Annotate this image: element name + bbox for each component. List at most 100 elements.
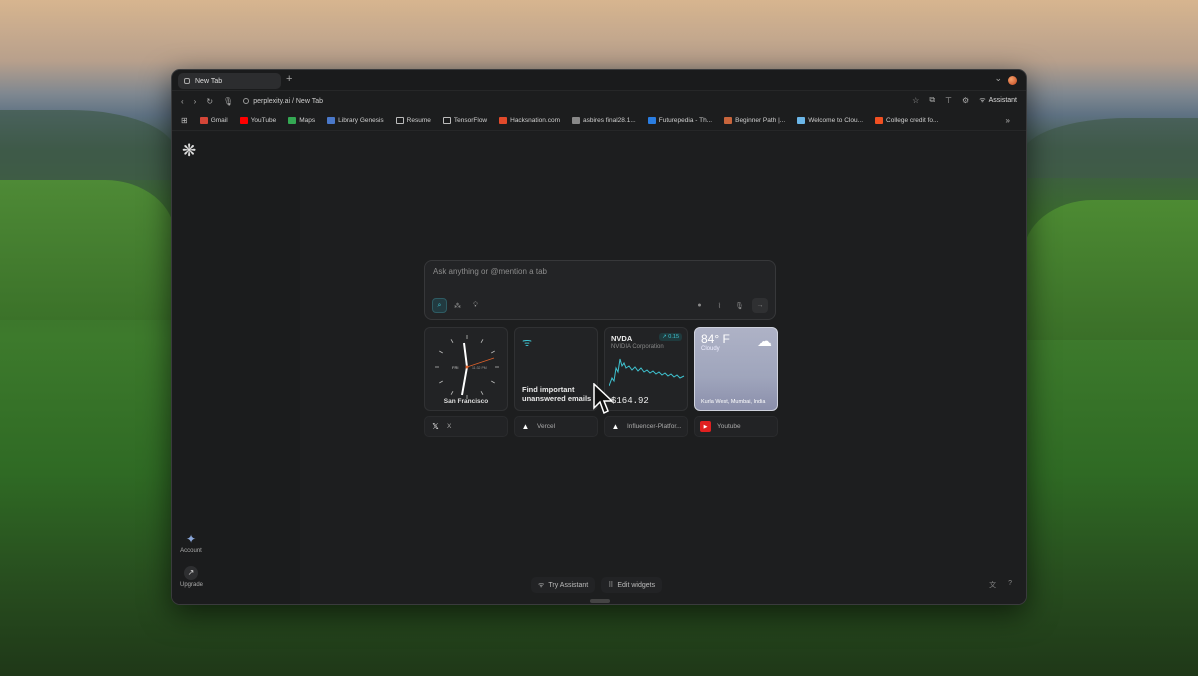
youtube-icon: ▶ xyxy=(700,421,711,432)
settings-icon[interactable]: ⚙︎ xyxy=(962,96,969,105)
microphone-icon[interactable]: 🎙︎ xyxy=(223,97,233,106)
bookmark-favicon-icon xyxy=(239,117,248,124)
search-mode-icon[interactable]: ⌕ xyxy=(432,298,447,313)
bookmark-label: Gmail xyxy=(210,117,228,124)
tab-list-chevron-icon[interactable]: ⌄ xyxy=(994,73,1002,84)
account-label: Account xyxy=(180,548,202,554)
background-hill xyxy=(0,110,175,180)
clock-tick xyxy=(450,339,454,343)
vercel-icon: ▲ xyxy=(521,422,530,431)
vercel-icon: ▲ xyxy=(611,422,620,431)
reload-icon[interactable]: ↻ xyxy=(206,97,213,106)
bookmark-item[interactable]: Library Genesis xyxy=(327,117,384,124)
folder-icon xyxy=(395,117,404,124)
help-icon[interactable]: ? xyxy=(1008,580,1012,590)
shortcut-influencer-platform[interactable]: ▲ Influencer-Platfor... xyxy=(604,416,688,437)
bookmark-label: Beginner Path |... xyxy=(735,117,786,124)
send-button[interactable]: → xyxy=(752,298,768,313)
bookmark-item[interactable]: Gmail xyxy=(199,117,228,124)
forward-icon[interactable]: › xyxy=(194,97,197,106)
stock-widget[interactable]: NVDA NVIDIA Corporation ↗ 0.15 $164.92 xyxy=(604,327,688,411)
research-mode-icon[interactable]: ⁂ xyxy=(450,298,465,313)
url-field[interactable]: perplexity.ai / New Tab xyxy=(253,98,323,105)
assistant-label: Assistant xyxy=(988,96,1017,104)
tab-bar: New Tab + ⌄ xyxy=(172,70,1026,91)
background-hill xyxy=(0,180,175,320)
clock-hour-hand xyxy=(463,342,468,368)
profile-avatar[interactable] xyxy=(1008,76,1017,85)
bookmark-item[interactable]: TensorFlow xyxy=(442,117,487,124)
upgrade-button[interactable]: ↗ Upgrade xyxy=(180,566,204,588)
extension-icon[interactable]: ⧉ xyxy=(929,95,935,105)
clock-face: FRI 11:32 PM xyxy=(435,335,499,399)
translate-icon[interactable]: 文 xyxy=(989,580,996,590)
microphone-icon[interactable]: 🎙︎ xyxy=(732,298,747,313)
stock-sparkline xyxy=(609,358,685,387)
account-button[interactable]: ✦ Account xyxy=(180,532,202,554)
bookmark-favicon-icon xyxy=(327,117,336,124)
bookmark-item[interactable]: YouTube xyxy=(239,117,276,124)
x-logo-icon: 𝕏 xyxy=(432,422,439,431)
assistant-button[interactable]: ᯤ Assistant xyxy=(979,96,1017,105)
clock-tick xyxy=(450,391,454,395)
email-widget-text: Find important unanswered emails xyxy=(522,385,592,403)
new-tab-button[interactable]: + xyxy=(286,73,292,85)
shortcut-vercel[interactable]: ▲ Vercel xyxy=(514,416,598,437)
weather-widget[interactable]: 84° F Cloudy ☁︎ Kurla West, Mumbai, Indi… xyxy=(694,327,778,411)
bookmark-label: Maps xyxy=(299,117,316,124)
mouse-cursor-icon xyxy=(593,383,613,415)
clock-city: San Francisco xyxy=(443,398,489,405)
tab-favicon-icon xyxy=(184,78,190,84)
bookmark-label: Futurepedia - Th... xyxy=(658,117,713,124)
site-info-icon[interactable] xyxy=(243,98,250,104)
bookmark-label: Resume xyxy=(406,117,431,124)
back-icon[interactable]: ‹ xyxy=(181,97,184,106)
try-assistant-button[interactable]: ᯤ Try Assistant xyxy=(531,577,596,593)
bookmark-item[interactable]: Maps xyxy=(288,117,315,124)
clock-widget[interactable]: FRI 11:32 PM San Francisco xyxy=(424,327,508,411)
upgrade-arrow-icon: ↗ xyxy=(184,566,198,580)
bookmark-label: Welcome to Clou... xyxy=(808,117,864,124)
edit-widgets-button[interactable]: ⠿ Edit widgets xyxy=(601,577,663,593)
corner-controls: 文 ? xyxy=(989,580,1012,590)
bookmark-item[interactable]: asbires final28.1... xyxy=(571,117,636,124)
clock-tick xyxy=(439,350,443,354)
bookmark-favicon-icon xyxy=(647,117,656,124)
email-widget[interactable]: ᯤ Find important unanswered emails xyxy=(514,327,598,411)
bookmark-star-icon[interactable]: ☆ xyxy=(912,96,919,105)
upgrade-label: Upgrade xyxy=(180,582,204,588)
bookmark-item[interactable]: College credit fo... xyxy=(875,117,938,124)
perplexity-logo-icon[interactable]: ❋ xyxy=(182,141,196,161)
labs-mode-icon[interactable]: 💡︎ xyxy=(468,298,483,313)
account-avatar-icon: ✦ xyxy=(185,532,197,546)
shortcut-x[interactable]: 𝕏 X xyxy=(424,416,508,437)
scroll-handle[interactable] xyxy=(590,599,610,603)
bookmark-item[interactable]: Beginner Path |... xyxy=(724,117,785,124)
filter-icon[interactable]: ⊤ xyxy=(945,96,952,105)
bookmarks-bar: ⊞ Gmail YouTube Maps Library Genesis Resume T… xyxy=(172,111,1026,131)
bookmark-item[interactable]: Hacksnation.com xyxy=(499,117,560,124)
edit-widgets-label: Edit widgets xyxy=(617,581,656,589)
background-hill xyxy=(1023,200,1198,340)
cloud-icon: ☁︎ xyxy=(757,333,772,350)
more-bookmarks-icon[interactable]: » xyxy=(1006,116,1010,125)
apps-grid-icon[interactable]: ⊞ xyxy=(181,116,188,125)
bookmark-item[interactable]: Resume xyxy=(395,117,431,124)
attach-icon[interactable]: ⌇ xyxy=(712,298,727,313)
weather-temperature: 84° F xyxy=(701,332,730,346)
bookmark-item[interactable]: Futurepedia - Th... xyxy=(647,117,713,124)
address-bar: ‹ › ↻ 🎙︎ perplexity.ai / New Tab ☆ ⧉ ⊤ ⚙… xyxy=(172,91,1026,111)
clock-tick xyxy=(491,350,495,354)
search-box: ⌕ ⁂ 💡︎ ● ⌇ 🎙︎ → xyxy=(424,260,776,320)
bookmark-label: College credit fo... xyxy=(886,117,939,124)
globe-icon[interactable]: ● xyxy=(692,298,707,313)
shortcut-youtube[interactable]: ▶ Youtube xyxy=(694,416,778,437)
assistant-wave-icon: ᯤ xyxy=(522,337,533,349)
bookmark-favicon-icon xyxy=(499,117,508,124)
browser-window: New Tab + ⌄ ‹ › ↻ 🎙︎ perplexity.ai / New… xyxy=(171,69,1027,605)
tab-new-tab[interactable]: New Tab xyxy=(178,73,281,89)
bookmark-item[interactable]: Welcome to Clou... xyxy=(797,117,863,124)
clock-tick xyxy=(491,380,495,384)
search-input[interactable] xyxy=(433,267,733,276)
tab-title: New Tab xyxy=(195,77,223,85)
